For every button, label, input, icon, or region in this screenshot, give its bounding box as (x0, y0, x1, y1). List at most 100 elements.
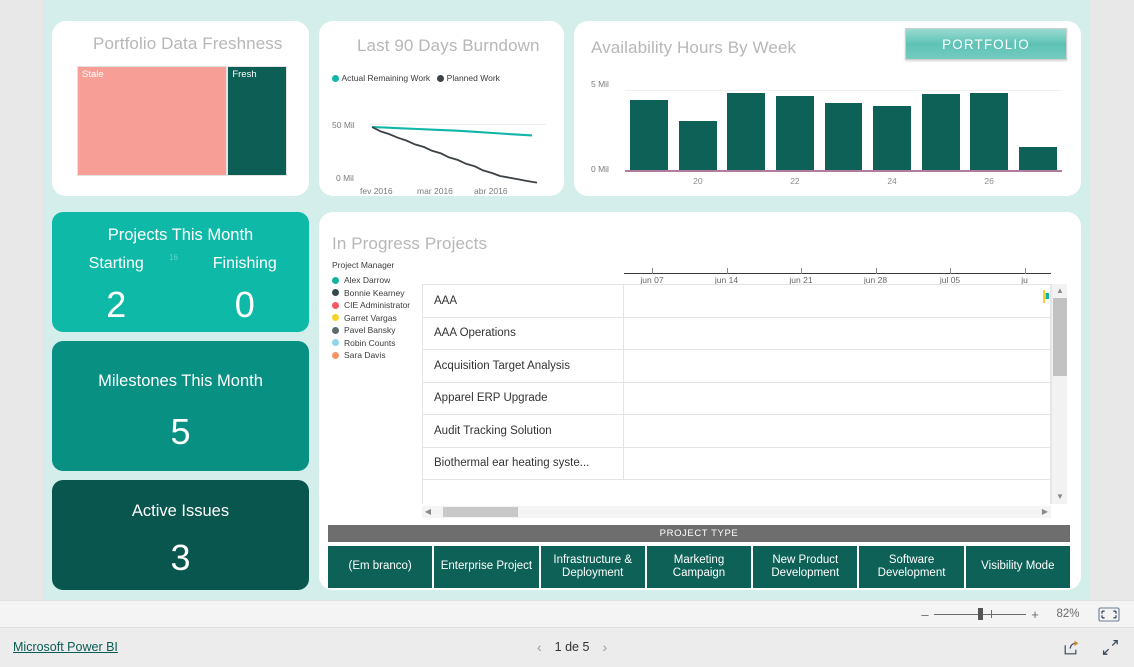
fit-to-page-icon[interactable] (1098, 606, 1120, 622)
kpi-active-issues[interactable]: Active Issues 3 (52, 480, 309, 590)
zoom-in-button[interactable]: + (1026, 607, 1044, 622)
project-type-tile[interactable]: Infrastructure & Deployment (540, 546, 645, 588)
project-manager-legend-item[interactable]: Bonnie Kearney (332, 288, 424, 298)
gridline (625, 90, 1062, 91)
availability-bar[interactable] (630, 99, 669, 170)
next-page-icon[interactable]: › (602, 639, 607, 655)
availability-bar[interactable] (678, 121, 717, 170)
portfolio-data-freshness-visual[interactable]: Portfolio Data Freshness Stale Fresh (52, 21, 309, 196)
legend-swatch-icon (332, 339, 339, 346)
project-manager-name: CIE Administrator (344, 300, 411, 310)
project-type-tile[interactable]: (Em branco) (328, 546, 433, 588)
burndown-lines (371, 125, 538, 184)
gantt-row[interactable]: Acquisition Target Analysis (423, 350, 1050, 383)
report-canvas: Portfolio Data Freshness Stale Fresh Las… (43, 0, 1090, 600)
legend-item-planned-work[interactable]: Planned Work (437, 73, 500, 83)
treemap-cell-stale[interactable]: Stale (77, 66, 228, 176)
gantt-tick-mark (726, 268, 728, 274)
gantt-row-label: AAA Operations (423, 317, 624, 349)
project-manager-legend: Project Manager Alex Darrow Bonnie Kearne… (332, 260, 424, 363)
gantt-row-timeline (624, 383, 1050, 415)
kpi-projects-this-month[interactable]: Projects This Month 16 Starting 2 Finish… (52, 212, 309, 332)
kpi-milestones-title: Milestones This Month (98, 372, 263, 390)
axis-baseline (625, 170, 1062, 172)
horizontal-scroll-thumb[interactable] (443, 507, 518, 517)
availability-bar[interactable] (1018, 147, 1057, 170)
zoom-slider-thumb[interactable] (978, 608, 983, 620)
availability-bar[interactable] (921, 94, 960, 170)
project-manager-legend-item[interactable]: Garret Vargas (332, 313, 424, 323)
project-manager-name: Sara Davis (344, 350, 386, 360)
project-type-tile[interactable]: Software Development (859, 546, 964, 588)
gantt-tick-mark (950, 268, 951, 274)
kpi-active-issues-value: 3 (170, 537, 191, 578)
scroll-right-arrow-icon[interactable]: ▶ (1039, 506, 1051, 518)
fullscreen-icon[interactable] (1102, 639, 1119, 656)
kpi-milestones-this-month[interactable]: Milestones This Month 5 (52, 341, 309, 471)
availability-hours-visual[interactable]: Availability Hours By Week PORTFOLIO 5 M… (574, 21, 1081, 196)
availability-x-tick: 26 (984, 176, 994, 186)
gantt-row-label: Audit Tracking Solution (423, 415, 624, 447)
report-footer: Microsoft Power BI ‹ 1 de 5 › (0, 628, 1134, 667)
gantt-vertical-scrollbar[interactable]: ▲ ▼ (1051, 284, 1067, 504)
availability-bar[interactable] (776, 95, 814, 170)
legend-label: Planned Work (446, 73, 500, 83)
gantt-row-label: Apparel ERP Upgrade (423, 382, 624, 414)
kpi-active-issues-title: Active Issues (131, 502, 230, 520)
zoom-out-button[interactable]: – (916, 607, 934, 622)
project-type-slicer-header: PROJECT TYPE (328, 525, 1070, 542)
project-manager-name: Bonnie Kearney (344, 287, 405, 298)
availability-x-tick: 24 (887, 176, 897, 186)
project-type-tile[interactable]: New Product Development (753, 546, 858, 588)
project-manager-legend-item[interactable]: Robin Counts (332, 338, 424, 348)
availability-bar[interactable] (824, 103, 863, 170)
legend-swatch-icon (332, 314, 339, 321)
project-type-tile[interactable]: Visibility Mode (965, 546, 1070, 588)
project-manager-legend-title: Project Manager (332, 260, 395, 270)
microsoft-power-bi-link[interactable]: Microsoft Power BI (13, 640, 118, 654)
scroll-down-arrow-icon[interactable]: ▼ (1052, 490, 1068, 504)
vertical-scroll-thumb[interactable] (1053, 298, 1067, 376)
project-manager-legend-item[interactable]: Pavel Bansky (332, 325, 424, 335)
share-icon[interactable] (1063, 639, 1080, 656)
in-progress-projects-title: In Progress Projects (332, 234, 488, 253)
kpi-milestones-value: 5 (170, 411, 191, 452)
gantt-row[interactable]: AAA (423, 285, 1050, 318)
gantt-row[interactable]: AAA Operations (423, 317, 1050, 350)
burndown-x-tick: fev 2016 (360, 186, 393, 196)
gantt-row-label: Biothermal ear heating syste... (423, 447, 624, 479)
gantt-row[interactable]: Apparel ERP Upgrade (423, 382, 1050, 415)
axis-line (624, 273, 1051, 275)
burndown-visual[interactable]: Last 90 Days Burndown Actual Remaining W… (319, 21, 564, 196)
in-progress-projects-visual[interactable]: In Progress Projects Project Manager Ale… (319, 212, 1081, 590)
zoom-slider-notch (991, 610, 993, 618)
gantt-horizontal-scrollbar[interactable]: ◀ ▶ (422, 506, 1051, 518)
availability-bar[interactable] (727, 92, 766, 170)
availability-bar[interactable] (873, 105, 911, 170)
legend-swatch-icon (332, 301, 339, 309)
project-manager-legend-item[interactable]: Sara Davis (332, 350, 424, 360)
zoom-status-bar: – + 82% (0, 600, 1134, 628)
kpi-projects-title: Projects This Month (107, 226, 254, 244)
scroll-left-arrow-icon[interactable]: ◀ (422, 506, 434, 518)
gantt-row[interactable]: Audit Tracking Solution (423, 415, 1050, 448)
project-type-tile[interactable]: Marketing Campaign (646, 546, 752, 588)
treemap-cell-fresh[interactable]: Fresh (227, 66, 287, 176)
legend-swatch-icon (332, 351, 339, 359)
project-manager-legend-item[interactable]: CIE Administrator (332, 300, 424, 310)
previous-page-icon[interactable]: ‹ (537, 639, 542, 655)
availability-x-tick: 22 (790, 176, 800, 186)
gantt-row[interactable]: Biothermal ear heating syste... (423, 447, 1050, 480)
power-bi-report-viewer: Portfolio Data Freshness Stale Fresh Las… (0, 0, 1134, 667)
burndown-y-min-label: 0 Mil (336, 173, 354, 183)
treemap-label-fresh: Fresh (232, 69, 257, 80)
gantt-edge-marker-icon (1043, 290, 1049, 303)
project-manager-legend-item[interactable]: Alex Darrow (332, 275, 424, 285)
project-type-tile[interactable]: Enterprise Project (434, 546, 539, 588)
availability-bar[interactable] (970, 92, 1009, 170)
zoom-slider[interactable] (934, 607, 1026, 621)
burndown-title: Last 90 Days Burndown (357, 36, 540, 55)
portfolio-button[interactable]: PORTFOLIO (905, 28, 1067, 60)
legend-item-actual-remaining-work[interactable]: Actual Remaining Work (332, 73, 430, 83)
scroll-up-arrow-icon[interactable]: ▲ (1052, 284, 1068, 298)
